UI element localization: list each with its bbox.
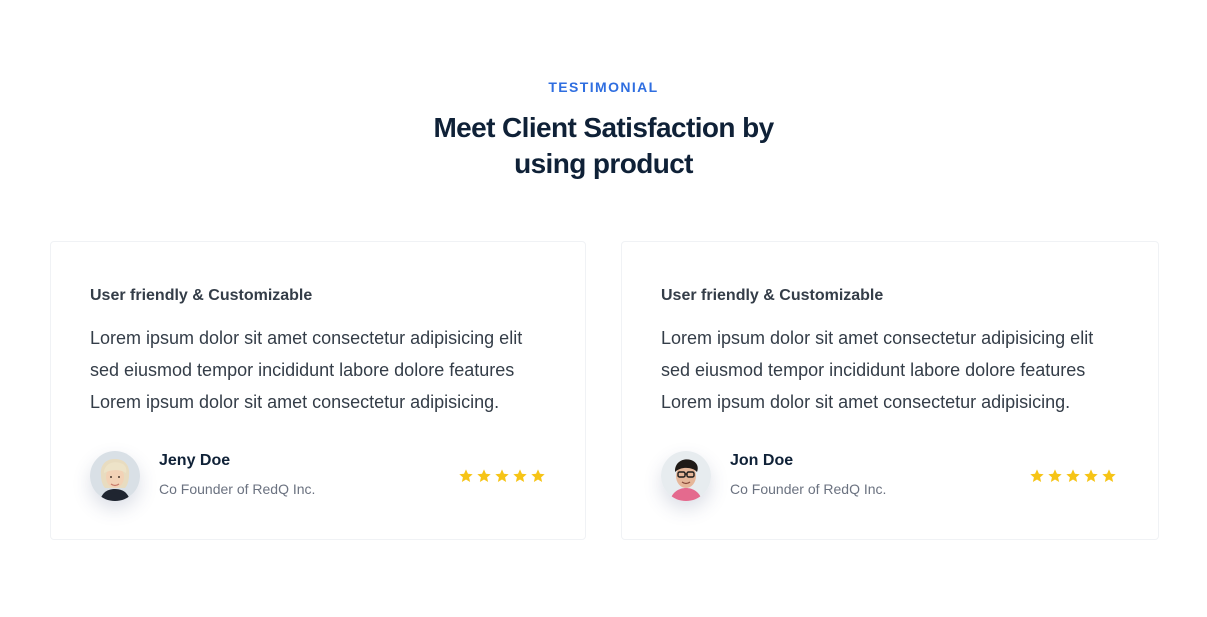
testimonial-text: Lorem ipsum dolor sit amet consectetur a… — [90, 328, 523, 412]
star-icon — [531, 469, 545, 482]
testimonial-text: Lorem ipsum dolor sit amet consectetur a… — [661, 328, 1094, 412]
man-avatar-icon — [661, 451, 711, 501]
testimonial-card: User friendly & Customizable Lorem ipsum… — [621, 241, 1159, 540]
author-role: Co Founder of RedQ Inc. — [730, 481, 887, 497]
star-icon — [1102, 469, 1116, 482]
star-icon — [1030, 469, 1044, 482]
star-icon — [1084, 469, 1098, 482]
star-icon — [513, 469, 527, 482]
star-icon — [459, 469, 473, 482]
star-icon — [1066, 469, 1080, 482]
testimonial-heading: User friendly & Customizable — [661, 287, 884, 304]
author-name: Jeny Doe — [159, 452, 231, 469]
rating-stars — [1029, 468, 1117, 484]
section-tag: TESTIMONIAL — [548, 79, 659, 95]
rating-stars — [458, 468, 546, 484]
author-name: Jon Doe — [730, 452, 794, 469]
star-icon — [477, 469, 491, 482]
section-title-line-1: Meet Client Satisfaction by — [433, 112, 774, 143]
testimonial-card: User friendly & Customizable Lorem ipsum… — [50, 241, 586, 540]
star-icon — [495, 469, 509, 482]
section-title-line-2: using product — [514, 148, 693, 179]
section-title: Meet Client Satisfaction by using produc… — [0, 110, 1207, 182]
author-role: Co Founder of RedQ Inc. — [159, 481, 316, 497]
testimonial-heading: User friendly & Customizable — [90, 287, 313, 304]
woman-avatar-icon — [90, 451, 140, 501]
star-icon — [1048, 469, 1062, 482]
